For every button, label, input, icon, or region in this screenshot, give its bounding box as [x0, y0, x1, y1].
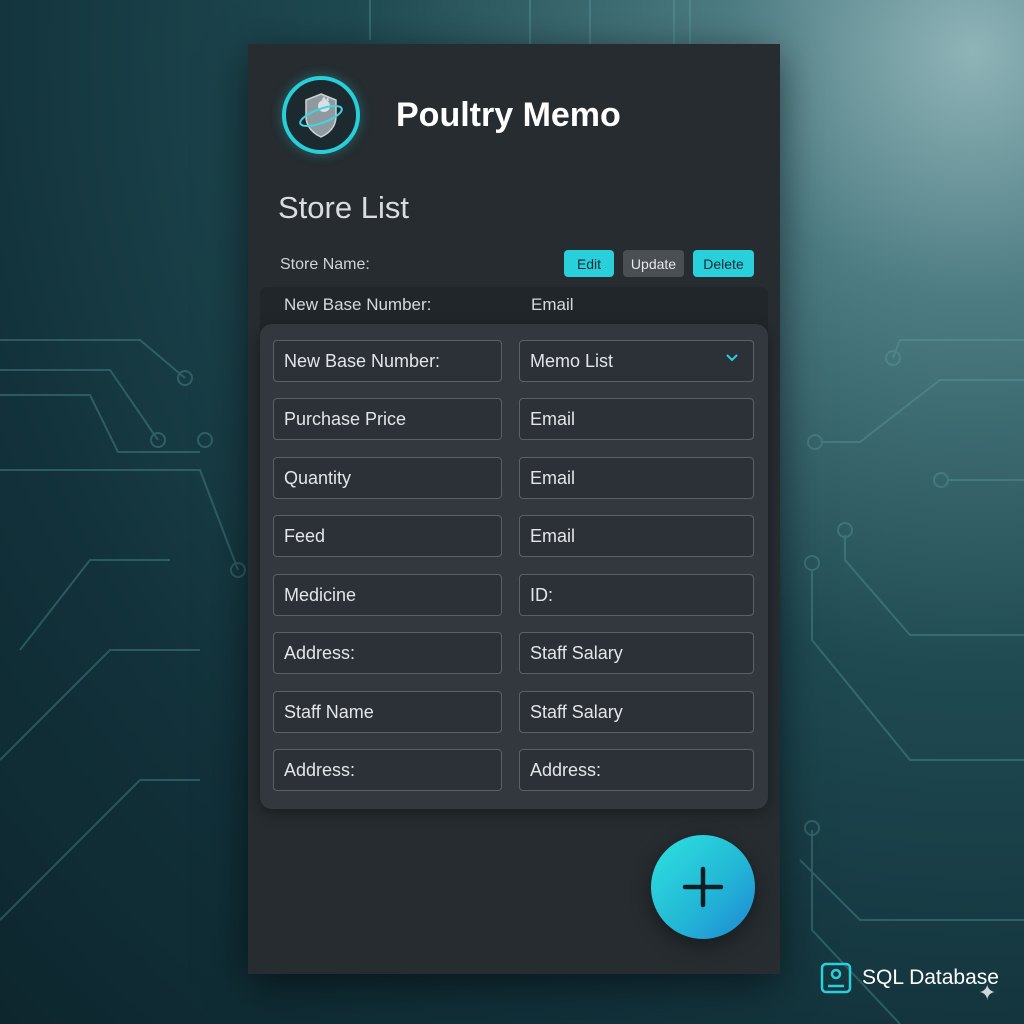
database-icon: [820, 962, 852, 994]
app-window: Poultry Memo Store List Store Name: Edit…: [248, 44, 780, 974]
store-name-label: Store Name:: [280, 256, 370, 273]
header-email: Email: [531, 295, 574, 314]
store-list-title: Store List: [278, 190, 409, 225]
memo-list-dropdown[interactable]: Memo List: [519, 340, 754, 382]
plus-icon: [682, 866, 724, 908]
purchase-price-field[interactable]: Purchase Price: [273, 398, 502, 440]
new-base-number-field[interactable]: New Base Number:: [273, 340, 502, 382]
feed-field[interactable]: Feed: [273, 515, 502, 557]
id-field[interactable]: ID:: [519, 574, 754, 616]
staff-salary-field[interactable]: Staff Salary: [519, 632, 754, 674]
memo-list-label: Memo List: [530, 350, 614, 371]
email-field[interactable]: Email: [519, 515, 754, 557]
update-button[interactable]: Update: [623, 250, 684, 277]
header-new-base-number: New Base Number:: [284, 295, 432, 314]
quantity-field[interactable]: Quantity: [273, 457, 502, 499]
address-field[interactable]: Address:: [273, 749, 502, 791]
add-button[interactable]: [651, 835, 755, 939]
sql-database-badge: SQL Database: [820, 962, 999, 994]
delete-button[interactable]: Delete: [693, 250, 754, 277]
edit-button[interactable]: Edit: [564, 250, 614, 277]
email-field[interactable]: Email: [519, 398, 754, 440]
email-field[interactable]: Email: [519, 457, 754, 499]
staff-salary-field[interactable]: Staff Salary: [519, 691, 754, 733]
address-field[interactable]: Address:: [273, 632, 502, 674]
chevron-down-icon: [725, 350, 739, 369]
address-field[interactable]: Address:: [519, 749, 754, 791]
sparkle-icon: ✦: [978, 980, 997, 1005]
staff-name-field[interactable]: Staff Name: [273, 691, 502, 733]
rooster-shield-logo: [282, 76, 360, 154]
app-title: Poultry Memo: [396, 96, 621, 134]
medicine-field[interactable]: Medicine: [273, 574, 502, 616]
store-form-card: New Base Number: Memo List Purchase Pric…: [260, 324, 768, 809]
